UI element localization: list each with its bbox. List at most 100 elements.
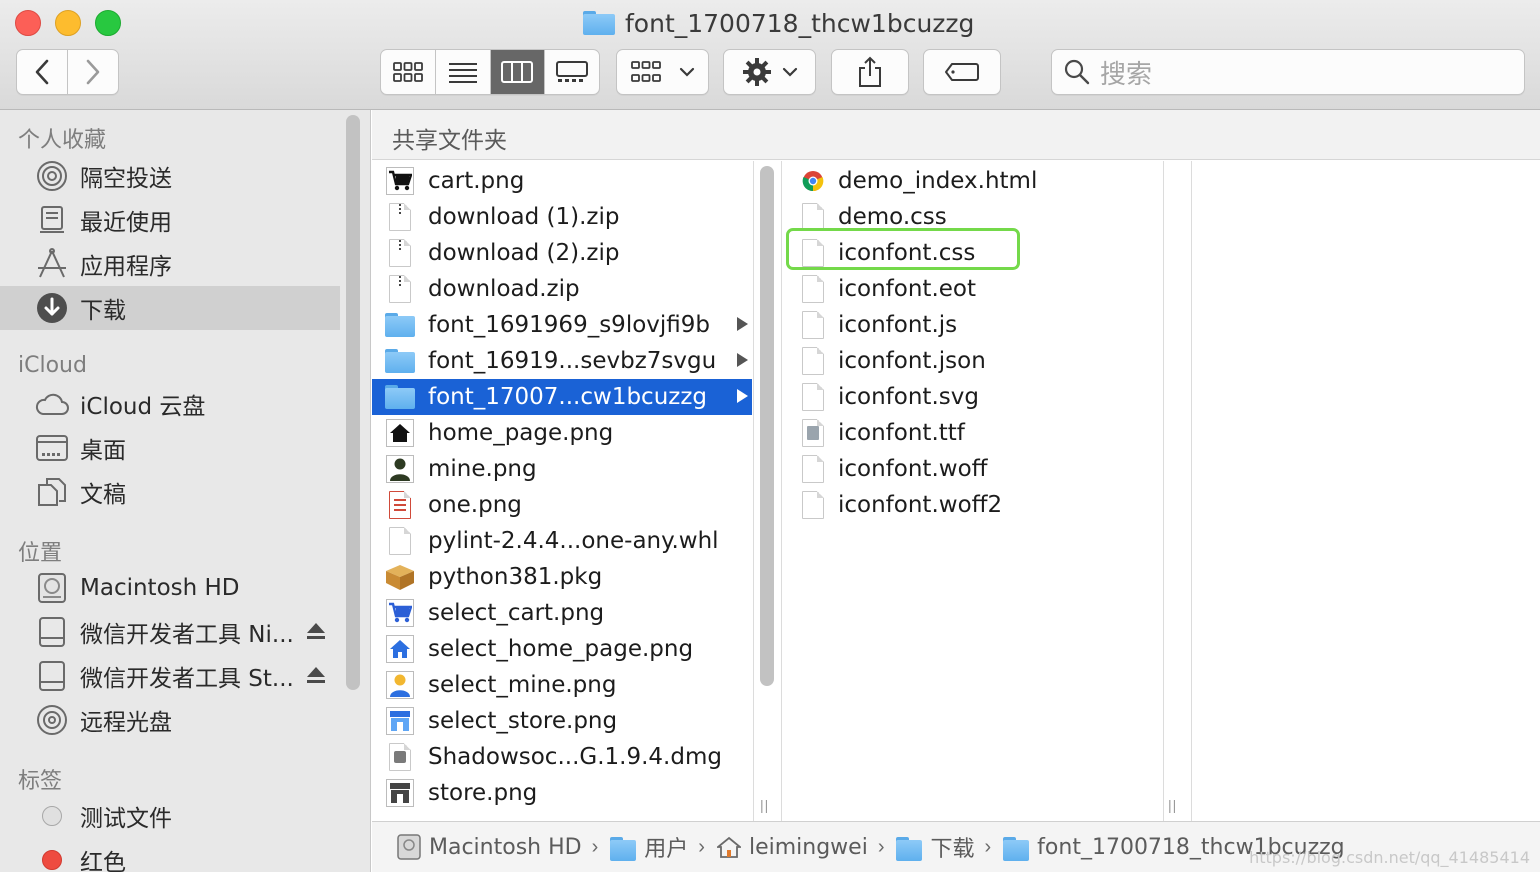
file-row[interactable]: download (1).zip [372,199,752,235]
file-row[interactable]: one.png [372,487,752,523]
sidebar-section-tags: 标签 [18,769,63,794]
eject-icon[interactable] [305,664,327,686]
back-button[interactable] [17,50,67,94]
sidebar-item-label: 远程光盘 [80,710,172,736]
file-name: iconfont.eot [838,276,976,302]
sidebar-item-wechat-devtools-1[interactable]: 微信开发者工具 Ni... [0,610,340,654]
downloads-folder-icon [896,837,923,861]
sidebar-item-documents[interactable]: 文稿 [0,470,340,514]
sidebar-item-icloud-drive[interactable]: iCloud 云盘 [0,382,340,426]
icon-view-button[interactable] [381,50,435,94]
chevron-left-icon [35,59,49,85]
file-row[interactable]: cart.png [372,163,752,199]
folder-icon [610,837,637,861]
file-row[interactable]: iconfont.json [782,343,1162,379]
sidebar-item-recents[interactable]: 最近使用 [0,198,340,242]
sidebar-item-macintosh-hd[interactable]: Macintosh HD [0,566,340,610]
file-row[interactable]: select_cart.png [372,595,752,631]
downloads-icon [35,292,69,324]
file-row[interactable]: mine.png [372,451,752,487]
file-row[interactable]: download.zip [372,271,752,307]
sidebar-section-favorites: 个人收藏 [18,128,107,153]
file-row[interactable]: iconfont.svg [782,379,1162,415]
folder-row[interactable]: font_17007...cw1bcuzzg [372,379,752,415]
airdrop-icon [35,160,69,192]
file-row[interactable]: download (2).zip [372,235,752,271]
sidebar-item-wechat-devtools-2[interactable]: 微信开发者工具 St... [0,654,340,698]
action-menu-button[interactable] [723,49,816,95]
font-file-icon [798,418,828,448]
file-row[interactable]: python381.pkg [372,559,752,595]
path-crumb[interactable]: 下载 [896,831,975,863]
file-row[interactable]: store.png [372,775,752,811]
file-name: iconfont.svg [838,384,979,410]
sidebar-item-label: 测试文件 [80,806,172,832]
chevron-right-icon: › [877,835,885,858]
file-name: mine.png [428,456,537,482]
tag-button[interactable] [923,49,1001,95]
window-title-text: font_1700718_thcw1bcuzzg [625,8,975,38]
sidebar-item-tag-test-files[interactable]: 测试文件 [0,794,340,838]
file-row[interactable]: iconfont.woff2 [782,487,1162,523]
applications-icon [35,248,69,280]
column-divider-1: || [754,161,782,821]
tag-dot-icon [35,800,69,832]
file-row[interactable]: home_page.png [372,415,752,451]
list-view-button[interactable] [434,50,490,94]
column-resize-handle[interactable]: || [760,797,769,813]
folder-row[interactable]: font_16919...sevbz7svgu [372,343,752,379]
group-by-button[interactable] [616,49,709,95]
file-row[interactable]: iconfont.ttf [782,415,1162,451]
blank-file-icon [798,382,828,412]
sidebar-scrollbar[interactable] [346,115,360,690]
person-icon [385,454,415,484]
sidebar-item-airdrop[interactable]: 隔空投送 [0,154,340,198]
forward-button[interactable] [67,50,118,94]
eject-icon[interactable] [305,620,327,642]
path-crumb[interactable]: Macintosh HD [397,834,582,860]
finder-window: font_1700718_thcw1bcuzzg 搜索 个人收藏 隔空投送 最近… [0,0,1540,872]
column-resize-handle[interactable]: || [1168,797,1177,813]
file-row[interactable]: pylint-2.4.4...one-any.whl [372,523,752,559]
file-row[interactable]: iconfont.eot [782,271,1162,307]
file-row[interactable]: demo_index.html [782,163,1162,199]
file-row[interactable]: iconfont.js [782,307,1162,343]
zoom-window-button[interactable] [95,10,121,36]
grid-icon [630,61,661,82]
path-crumb[interactable]: leimingwei [716,835,868,860]
sidebar-item-desktop[interactable]: 桌面 [0,426,340,470]
file-name: download.zip [428,276,580,302]
chevron-right-icon: › [698,835,705,858]
close-window-button[interactable] [15,10,41,36]
share-icon [859,56,881,87]
sidebar-item-applications[interactable]: 应用程序 [0,242,340,286]
file-name: Shadowsoc...G.1.9.4.dmg [428,744,722,770]
sidebar-item-tag-red[interactable]: 红色 [0,838,340,872]
file-row[interactable]: select_home_page.png [372,631,752,667]
search-field[interactable]: 搜索 [1051,49,1525,95]
view-mode-buttons [380,49,600,95]
folder-icon [1003,837,1030,861]
window-title: font_1700718_thcw1bcuzzg [583,6,974,40]
sidebar-item-remote-disc[interactable]: 远程光盘 [0,698,340,742]
toolbar: font_1700718_thcw1bcuzzg 搜索 [0,0,1540,110]
file-row[interactable]: iconfont.woff [782,451,1162,487]
drive-icon [35,616,69,648]
share-button[interactable] [831,49,909,95]
file-row[interactable]: select_store.png [372,703,752,739]
sidebar-item-downloads[interactable]: 下载 [0,286,340,330]
file-row[interactable]: select_mine.png [372,667,752,703]
zip-icon [385,202,415,232]
file-row[interactable]: Shadowsoc...G.1.9.4.dmg [372,739,752,775]
content-area: 共享文件夹 cart.png download (1).zip download (… [372,110,1540,872]
sidebar-item-label: 隔空投送 [80,166,172,192]
column-empty: || [1164,161,1192,821]
cloud-icon [35,388,69,420]
path-crumb[interactable]: 用户 [610,831,688,863]
minimize-window-button[interactable] [55,10,81,36]
column-scrollbar[interactable] [760,166,774,686]
folder-row[interactable]: font_1691969_s9lovjfi9b [372,307,752,343]
column-view-button[interactable] [489,50,545,94]
gallery-view-button[interactable] [544,50,599,94]
chrome-html-icon [798,166,828,196]
